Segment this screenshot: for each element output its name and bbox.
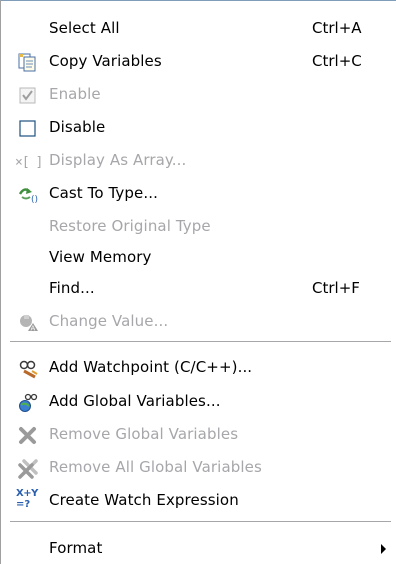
menu-item-label: Add Global Variables... (49, 392, 221, 410)
menu-separator (10, 521, 391, 522)
empty-checkbox-icon (18, 119, 38, 137)
menu-item-label: Remove All Global Variables (49, 458, 262, 476)
menu-item-label: View Memory (49, 248, 152, 266)
menu-item-label: Remove Global Variables (49, 425, 239, 443)
change-value-icon: A (18, 313, 38, 333)
menu-item-disable[interactable]: Disable (1, 111, 396, 144)
menu-item-display-as-array[interactable]: ×[ ] Display As Array... (1, 144, 396, 177)
menu-item-restore-original-type[interactable]: Restore Original Type (1, 210, 396, 243)
menu-item-label: Display As Array... (49, 151, 187, 169)
menu-item-view-memory[interactable]: View Memory (1, 241, 396, 274)
globe-variables-icon (18, 393, 38, 412)
remove-x-icon (18, 426, 38, 444)
menu-item-label: Find... (49, 279, 95, 297)
submenu-arrow-icon (381, 544, 386, 554)
menu-item-select-all[interactable]: Select All Ctrl+A (1, 12, 396, 45)
cast-type-icon: () (18, 185, 38, 205)
menu-item-create-watch-expression[interactable]: X+Y =? Create Watch Expression (1, 484, 396, 517)
menu-item-label: Change Value... (49, 312, 169, 330)
array-brackets-icon: ×[ ] (15, 152, 49, 170)
menu-item-enable[interactable]: Enable (1, 78, 396, 111)
menu-item-label: Disable (49, 118, 106, 136)
menu-item-label: Copy Variables (49, 52, 162, 70)
menu-item-label: Enable (49, 85, 101, 103)
menu-item-label: Add Watchpoint (C/C++)... (49, 358, 253, 376)
svg-text:(): () (31, 195, 38, 205)
menu-top-border (1, 0, 396, 1)
context-menu: Select All Ctrl+A Copy Variables Ctrl+C … (0, 0, 396, 564)
menu-item-change-value[interactable]: A Change Value... (1, 305, 396, 338)
menu-item-shortcut: Ctrl+C (312, 52, 362, 70)
menu-item-shortcut: Ctrl+F (312, 279, 360, 297)
svg-text:A: A (31, 325, 36, 333)
menu-item-add-global-variables[interactable]: Add Global Variables... (1, 385, 396, 418)
menu-item-add-watchpoint[interactable]: Add Watchpoint (C/C++)... (1, 351, 396, 384)
menu-item-label: Create Watch Expression (49, 491, 239, 509)
copy-document-icon (18, 53, 38, 72)
watch-expression-icon-bottom: =? (16, 499, 31, 510)
watch-expression-icon-top: X+Y (16, 488, 38, 499)
array-icon-glyph: ×[ ] (15, 155, 43, 170)
menu-item-find[interactable]: Find... Ctrl+F (1, 272, 396, 305)
menu-item-cast-to-type[interactable]: () Cast To Type... (1, 177, 396, 210)
menu-item-copy-variables[interactable]: Copy Variables Ctrl+C (1, 45, 396, 78)
menu-separator (10, 341, 391, 342)
remove-all-x-icon (18, 459, 38, 479)
watch-expression-icon: X+Y =? (16, 488, 42, 514)
checked-checkbox-icon (18, 86, 38, 104)
menu-item-remove-global-variables[interactable]: Remove Global Variables (1, 418, 396, 451)
menu-item-label: Select All (49, 19, 120, 37)
menu-item-format[interactable]: Format (1, 532, 396, 564)
menu-item-label: Restore Original Type (49, 217, 211, 235)
menu-item-label: Cast To Type... (49, 184, 158, 202)
menu-item-label: Format (49, 539, 103, 557)
menu-item-shortcut: Ctrl+A (312, 19, 362, 37)
watchpoint-glasses-icon (18, 359, 38, 379)
menu-item-remove-all-global-variables[interactable]: Remove All Global Variables (1, 451, 396, 484)
